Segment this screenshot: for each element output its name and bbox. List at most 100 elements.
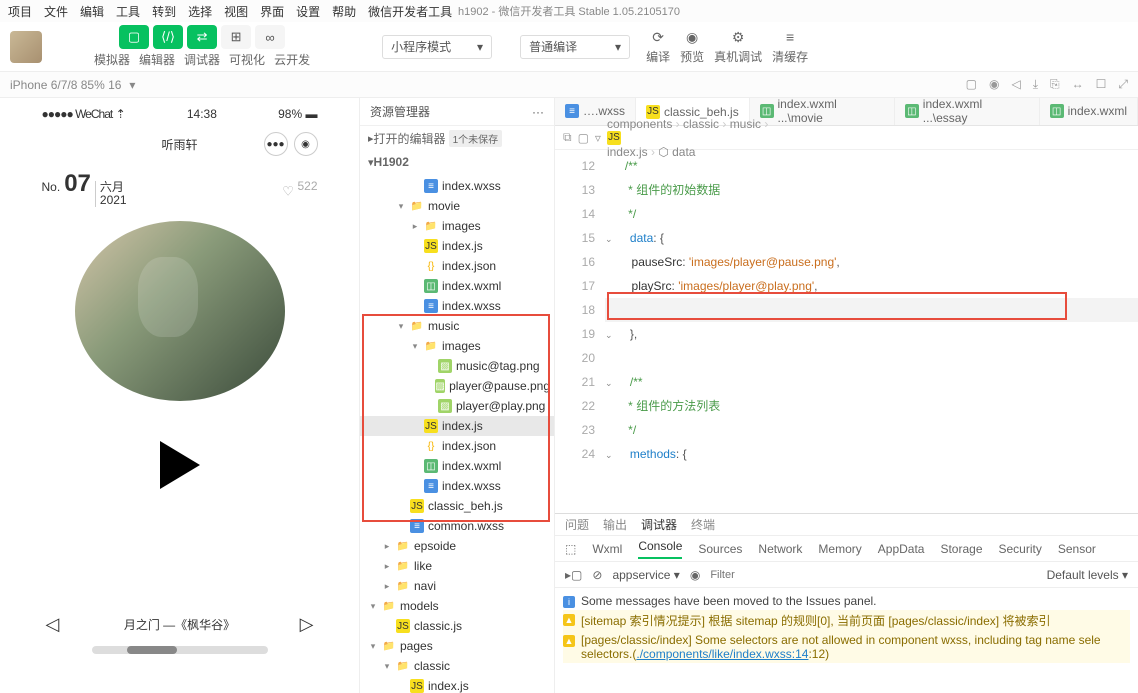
subbar-icon[interactable]: ◁ bbox=[1011, 77, 1020, 92]
editor-button[interactable]: ⟨/⟩ bbox=[153, 25, 183, 49]
tree-node-index.wxss[interactable]: ≡index.wxss bbox=[360, 296, 554, 316]
tree-node-index.json[interactable]: {}index.json bbox=[360, 256, 554, 276]
tree-node-index.wxml[interactable]: ◫index.wxml bbox=[360, 276, 554, 296]
mode-dropdown[interactable]: 小程序模式▾ bbox=[382, 35, 492, 59]
cloud-button[interactable]: ∞ bbox=[255, 25, 285, 49]
编译-button[interactable]: ⟳编译 bbox=[646, 28, 670, 65]
tree-node-pages[interactable]: ▾📁pages bbox=[360, 636, 554, 656]
clear-icon[interactable]: ⊘ bbox=[592, 568, 602, 582]
menu-文件[interactable]: 文件 bbox=[44, 3, 68, 20]
tree-node-music[interactable]: ▾📁music bbox=[360, 316, 554, 336]
menu-帮助[interactable]: 帮助 bbox=[332, 3, 356, 20]
dt-tab-问题[interactable]: 问题 bbox=[565, 516, 589, 533]
清缓存-button[interactable]: ≡清缓存 bbox=[772, 28, 808, 65]
subbar-icon[interactable]: ◉ bbox=[989, 77, 999, 92]
tree-node-epsoide[interactable]: ▸📁epsoide bbox=[360, 536, 554, 556]
app-logo bbox=[10, 31, 42, 63]
device-label[interactable]: iPhone 6/7/8 85% 16 bbox=[10, 78, 121, 92]
dt-panel-Network[interactable]: Network bbox=[758, 542, 802, 556]
dt-panel-AppData[interactable]: AppData bbox=[878, 542, 925, 556]
tree-node-player@play.png[interactable]: ▨player@play.png bbox=[360, 396, 554, 416]
capsule-menu[interactable]: ●●● bbox=[264, 132, 288, 156]
tree-node-index.js[interactable]: JSindex.js bbox=[360, 236, 554, 256]
tree-node-models[interactable]: ▾📁models bbox=[360, 596, 554, 616]
dt-panel-Security[interactable]: Security bbox=[999, 542, 1042, 556]
tree-node-images[interactable]: ▾📁images bbox=[360, 336, 554, 356]
tab-index.wxml ...\movie[interactable]: ◫index.wxml ...\movie bbox=[750, 98, 895, 125]
subbar-icon[interactable]: ⎘ bbox=[1050, 77, 1060, 92]
tree-node-music@tag.png[interactable]: ▨music@tag.png bbox=[360, 356, 554, 376]
breadcrumb[interactable]: ⧉ ▢ ▿ components › classic › music › JS … bbox=[555, 126, 1138, 150]
dt-tab-终端[interactable]: 终端 bbox=[691, 516, 715, 533]
menu-转到[interactable]: 转到 bbox=[152, 3, 176, 20]
tree-node-classic[interactable]: ▾📁classic bbox=[360, 656, 554, 676]
tree-node-index.wxss[interactable]: ≡index.wxss bbox=[360, 176, 554, 196]
console-output[interactable]: iSome messages have been moved to the Is… bbox=[555, 588, 1138, 693]
menu-界面[interactable]: 界面 bbox=[260, 3, 284, 20]
prev-icon[interactable]: ◁ bbox=[46, 614, 60, 635]
真机调试-button[interactable]: ⚙真机调试 bbox=[714, 28, 762, 65]
subbar-icon[interactable]: ⤢ bbox=[1118, 77, 1128, 92]
eye-icon[interactable]: ◉ bbox=[690, 568, 700, 582]
subbar-icon[interactable]: ▢ bbox=[966, 77, 977, 92]
code-editor[interactable]: 12131415161718192021222324 /** * 组件的初始数据… bbox=[555, 150, 1138, 513]
simulator-button[interactable]: ▢ bbox=[119, 25, 149, 49]
menu-视图[interactable]: 视图 bbox=[224, 3, 248, 20]
tree-node-like[interactable]: ▸📁like bbox=[360, 556, 554, 576]
window-title: h1902 - 微信开发者工具 Stable 1.05.2105170 bbox=[458, 3, 680, 19]
tab-index.wxml ...\essay[interactable]: ◫index.wxml ...\essay bbox=[895, 98, 1040, 125]
filter-input[interactable] bbox=[710, 569, 1036, 581]
tree-node-player@pause.png[interactable]: ▨player@pause.png bbox=[360, 376, 554, 396]
tree-node-classic.js[interactable]: JSclassic.js bbox=[360, 616, 554, 636]
dt-panel-Storage[interactable]: Storage bbox=[940, 542, 982, 556]
subbar-icon[interactable]: ⤓ bbox=[1033, 77, 1038, 92]
menu-工具[interactable]: 工具 bbox=[116, 3, 140, 20]
dt-panel-Wxml[interactable]: Wxml bbox=[592, 542, 622, 556]
project-root[interactable]: ▾ H1902 bbox=[360, 150, 554, 174]
dt-panel-Sources[interactable]: Sources bbox=[698, 542, 742, 556]
tree-node-index.js[interactable]: JSindex.js bbox=[360, 416, 554, 436]
menu-选择[interactable]: 选择 bbox=[188, 3, 212, 20]
sidebar-toggle-icon[interactable]: ▸▢ bbox=[565, 568, 582, 582]
inspect-icon[interactable]: ⬚ bbox=[565, 542, 576, 556]
menu-项目[interactable]: 项目 bbox=[8, 3, 32, 20]
menu-设置[interactable]: 设置 bbox=[296, 3, 320, 20]
like-button[interactable]: ♡ 522 bbox=[282, 179, 317, 199]
capsule-close[interactable]: ◉ bbox=[294, 132, 318, 156]
visual-button[interactable]: ⊞ bbox=[221, 25, 251, 49]
tree-node-images[interactable]: ▸📁images bbox=[360, 216, 554, 236]
open-editors-section[interactable]: ▸ 打开的编辑器 1个未保存 bbox=[360, 126, 554, 150]
dt-tab-输出[interactable]: 输出 bbox=[603, 516, 627, 533]
compile-dropdown[interactable]: 普通编译▾ bbox=[520, 35, 630, 59]
tab-index.wxml[interactable]: ◫index.wxml bbox=[1040, 98, 1138, 125]
split-icon: ⧉ bbox=[563, 130, 572, 145]
subbar-icon[interactable]: ☐ bbox=[1096, 77, 1107, 92]
play-button[interactable] bbox=[140, 425, 220, 505]
menu-编辑[interactable]: 编辑 bbox=[80, 3, 104, 20]
debugger-button[interactable]: ⇄ bbox=[187, 25, 217, 49]
dt-tab-调试器[interactable]: 调试器 bbox=[641, 516, 677, 533]
tree-node-index.js[interactable]: JSindex.js bbox=[360, 676, 554, 693]
more-icon[interactable]: ··· bbox=[532, 105, 544, 119]
tree-node-index.wxss[interactable]: ≡index.wxss bbox=[360, 476, 554, 496]
album-art bbox=[75, 221, 285, 401]
scope-select[interactable]: appservice ▾ bbox=[612, 568, 679, 582]
tree-node-classic_beh.js[interactable]: JSclassic_beh.js bbox=[360, 496, 554, 516]
tree-node-common.wxss[interactable]: ≡common.wxss bbox=[360, 516, 554, 536]
current-line-highlight bbox=[605, 298, 1138, 322]
tree-node-navi[interactable]: ▸📁navi bbox=[360, 576, 554, 596]
file-explorer: 资源管理器··· ▸ 打开的编辑器 1个未保存 ▾ H1902 ≡index.w… bbox=[360, 98, 555, 693]
phone-status-bar: ●●●●● WeChat ⇡ 14:38 98% ▬ bbox=[30, 104, 330, 124]
tree-node-movie[interactable]: ▾📁movie bbox=[360, 196, 554, 216]
subbar-icon[interactable]: ↔ bbox=[1072, 77, 1084, 92]
tree-node-index.json[interactable]: {}index.json bbox=[360, 436, 554, 456]
预览-button[interactable]: ◉预览 bbox=[680, 28, 704, 65]
next-icon[interactable]: ▷ bbox=[300, 614, 314, 635]
dt-panel-Memory[interactable]: Memory bbox=[818, 542, 861, 556]
dt-panel-Console[interactable]: Console bbox=[638, 539, 682, 559]
dt-panel-Sensor[interactable]: Sensor bbox=[1058, 542, 1096, 556]
levels-select[interactable]: Default levels ▾ bbox=[1047, 568, 1128, 582]
menu-微信开发者工具[interactable]: 微信开发者工具 bbox=[368, 3, 452, 20]
tree-node-index.wxml[interactable]: ◫index.wxml bbox=[360, 456, 554, 476]
scrollbar[interactable] bbox=[92, 646, 268, 654]
